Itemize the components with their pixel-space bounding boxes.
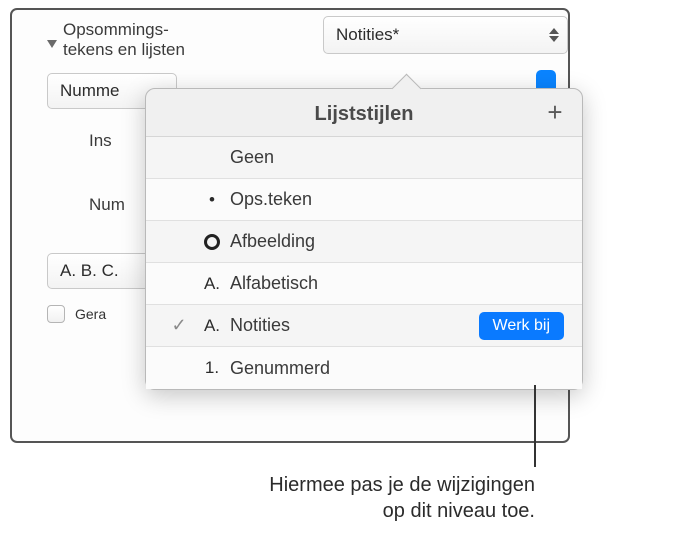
section-label-line2: tekens en lijsten: [63, 40, 185, 59]
tiered-checkbox-label: Gera: [75, 306, 106, 322]
list-item-notities[interactable]: ✓ A. Notities Werk bij: [146, 305, 582, 347]
tiered-checkbox[interactable]: [47, 305, 65, 323]
section-label-line1: Opsommings-: [63, 20, 169, 39]
plus-icon: +: [547, 97, 562, 128]
list-style-popup[interactable]: Notities*: [323, 16, 568, 54]
list-item-afbeelding[interactable]: Afbeelding: [146, 221, 582, 263]
caption-line2: op dit niveau toe.: [383, 500, 535, 522]
list-item-alfabetisch[interactable]: A. Alfabetisch: [146, 263, 582, 305]
style-list: Geen • Ops.teken Afbeelding A. Alfabetis…: [146, 136, 582, 389]
popover-header: Lijststijlen +: [146, 89, 582, 136]
section-label: Opsommings- tekens en lijsten: [63, 20, 185, 59]
list-styles-popover: Lijststijlen + Geen • Ops.teken Afbeeldi…: [145, 88, 583, 390]
list-item-label: Geen: [230, 147, 564, 168]
disclosure-triangle-icon[interactable]: [47, 40, 57, 48]
list-item-label: Afbeelding: [230, 231, 564, 252]
list-style-value: Notities*: [336, 25, 399, 45]
list-item-label: Ops.teken: [230, 189, 564, 210]
bullet-preview: A.: [194, 316, 230, 336]
number-format-value: A. B. C.: [60, 261, 119, 281]
list-item-genummerd[interactable]: 1. Genummerd: [146, 347, 582, 389]
list-item-label: Notities: [230, 315, 479, 336]
checkmark-icon: ✓: [164, 315, 194, 336]
popover-title: Lijststijlen: [315, 103, 414, 125]
ring-icon: [204, 234, 220, 250]
list-item-geen[interactable]: Geen: [146, 137, 582, 179]
chevron-updown-icon: [549, 28, 559, 42]
list-item-label: Alfabetisch: [230, 273, 564, 294]
list-item-opsteken[interactable]: • Ops.teken: [146, 179, 582, 221]
add-style-button[interactable]: +: [542, 99, 568, 125]
list-item-label: Genummerd: [230, 358, 564, 379]
update-style-button[interactable]: Werk bij: [479, 312, 565, 340]
bullet-preview: [194, 234, 230, 250]
bullet-preview: A.: [194, 274, 230, 294]
caption-line1: Hiermee pas je de wijzigingen: [269, 474, 535, 496]
numbering-type-value: Numme: [60, 81, 120, 101]
bullet-preview: •: [194, 190, 230, 210]
callout-line: [534, 385, 536, 467]
callout-caption: Hiermee pas je de wijzigingen op dit niv…: [0, 472, 535, 524]
bullet-preview: 1.: [194, 358, 230, 378]
